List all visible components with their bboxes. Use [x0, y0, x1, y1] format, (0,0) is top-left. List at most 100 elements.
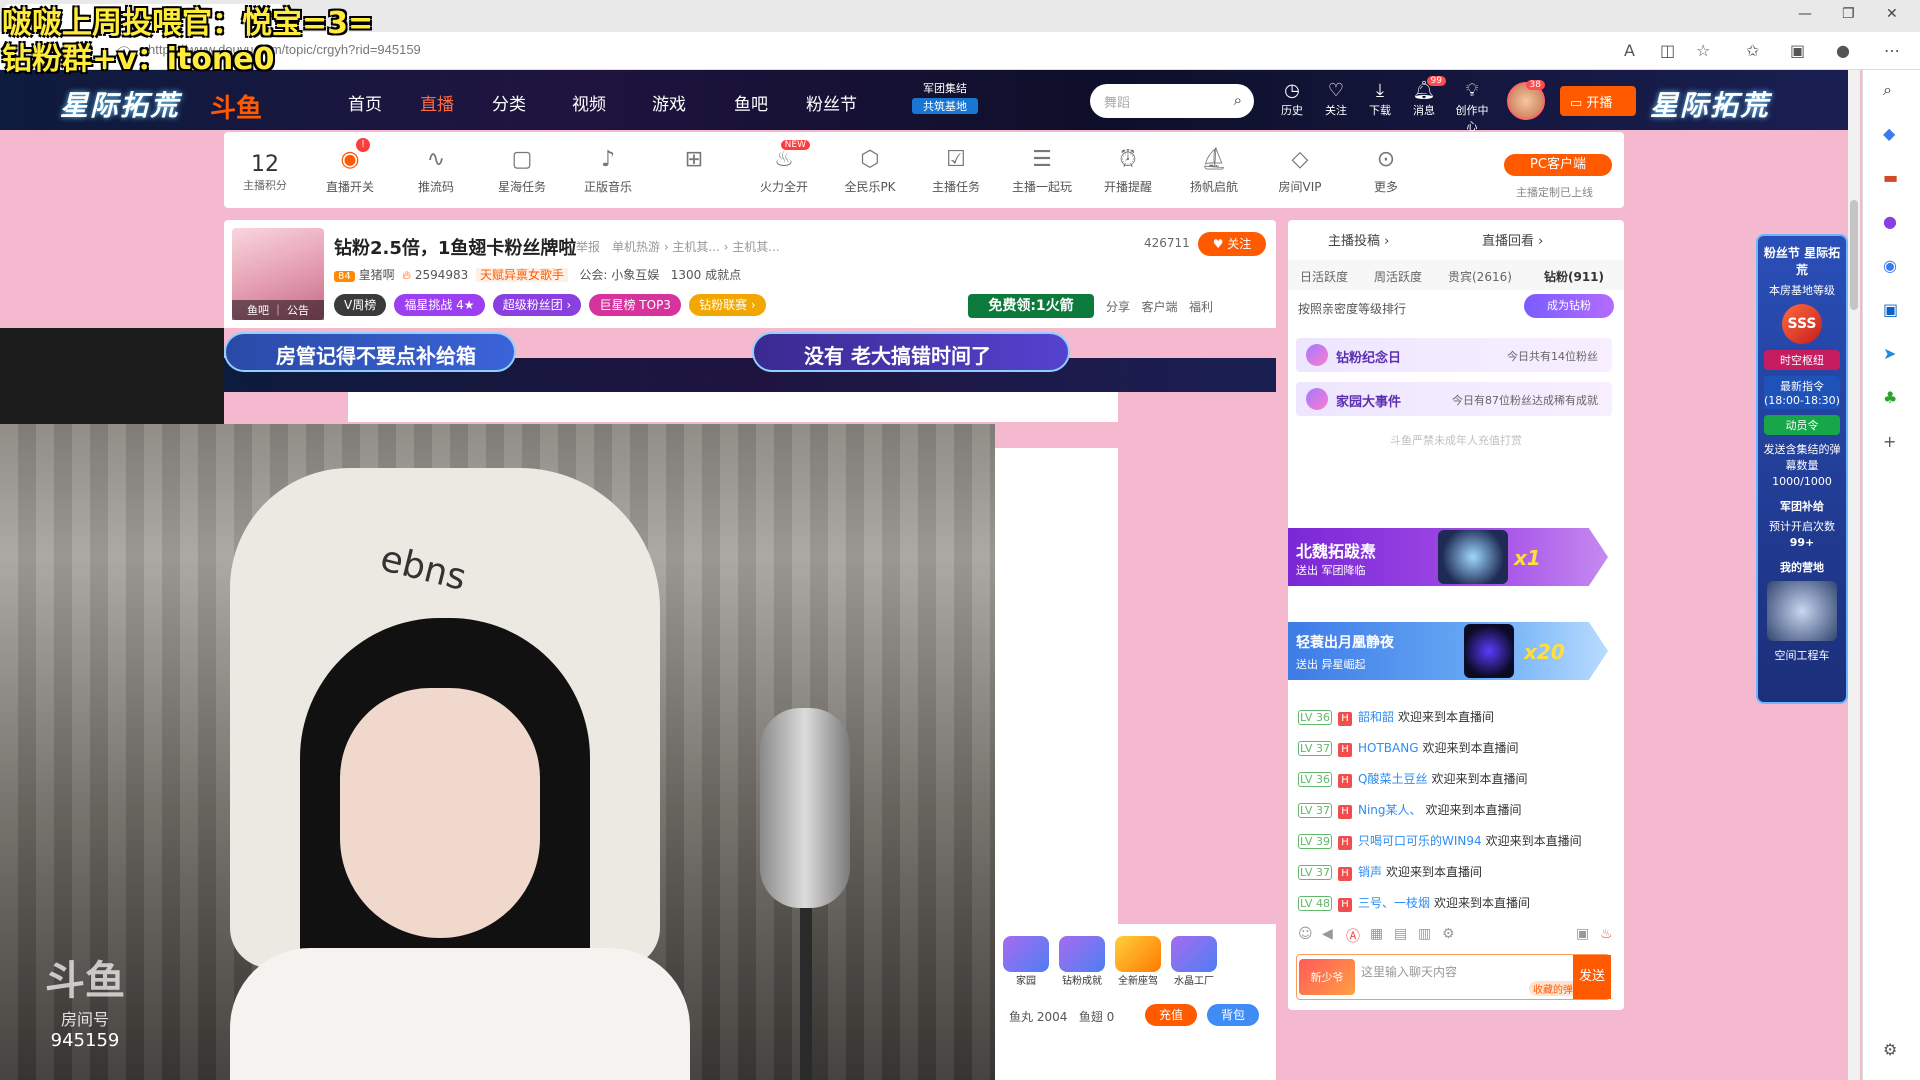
douyu-logo[interactable]: 斗鱼	[210, 88, 262, 125]
send-icon[interactable]: ➤	[1883, 344, 1896, 363]
collections-icon[interactable]: ▣	[1790, 41, 1805, 60]
tool-star-task[interactable]: ▢ 星海任务	[482, 146, 562, 195]
mobilize-order[interactable]: 动员令	[1764, 415, 1840, 435]
event-home-news[interactable]: 家园大事件 今日有87位粉丝达成稀有成就	[1296, 382, 1612, 416]
gift-diamond-achievement[interactable]: 钻粉成就	[1055, 936, 1109, 987]
download-button[interactable]: ⤓ 下载	[1360, 80, 1400, 118]
browser-menu-icon[interactable]: ⋯	[1884, 41, 1900, 60]
tool-anchor-task[interactable]: ☑ 主播任务	[916, 146, 996, 195]
gift-home[interactable]: 家园	[999, 936, 1053, 987]
restore-icon[interactable]: ❐	[1842, 6, 1855, 22]
toolbox-icon[interactable]: ▬	[1883, 168, 1898, 187]
tab-daily[interactable]: 日活跃度	[1300, 268, 1348, 285]
event-logo-right[interactable]: 星际拓荒	[1650, 84, 1770, 124]
space-engineer[interactable]: 空间工程车	[1758, 647, 1846, 663]
follow-list-button[interactable]: ♡ 关注	[1316, 80, 1356, 118]
speaker-icon[interactable]: ◀	[1322, 926, 1333, 942]
nav-live[interactable]: 直播	[420, 90, 454, 115]
tab-vip[interactable]: 贵宾(2616)	[1448, 268, 1512, 285]
shield-icon[interactable]: ▣	[1576, 926, 1589, 942]
follow-button[interactable]: ♥ 关注	[1198, 232, 1266, 256]
tool-stream-key[interactable]: ∿ 推流码	[396, 146, 476, 195]
noble-icon[interactable]: Ⓐ	[1346, 926, 1360, 946]
bag-button[interactable]: 背包	[1207, 1004, 1259, 1026]
newbie-badge[interactable]: 新少爷	[1299, 959, 1355, 995]
nav-category[interactable]: 分类	[492, 90, 526, 115]
office-icon[interactable]: ◉	[1883, 256, 1897, 275]
tool-more[interactable]: ⊙ 更多	[1346, 146, 1426, 195]
avatar-caption[interactable]: 鱼吧 ｜ 公告	[232, 300, 324, 320]
nav-yuba[interactable]: 鱼吧	[734, 90, 768, 115]
tab-weekly[interactable]: 周活跃度	[1374, 268, 1422, 285]
tab-diamond[interactable]: 钻粉(911)	[1544, 268, 1604, 285]
messages-button[interactable]: 🔔︎ 消息 99	[1404, 76, 1446, 118]
host-badge[interactable]: 天赋异禀女歌手	[475, 268, 568, 282]
activity-widget[interactable]: 粉丝节 星际拓荒 本房基地等级 SSS 时空枢纽 最新指令 (18:00-18:…	[1756, 234, 1848, 704]
tool-music[interactable]: ♪ 正版音乐	[568, 146, 648, 195]
favorite-star-icon[interactable]: ☆	[1696, 41, 1710, 60]
split-view-icon[interactable]: ◫	[1660, 41, 1675, 60]
scrollbar-thumb[interactable]	[1850, 200, 1858, 310]
video-player[interactable]: ebns 斗鱼 房间号 945159 房管记得不要点补给箱 没有 老大搞错时间了…	[0, 328, 1276, 1080]
tag-diamond-league[interactable]: 钻粉联赛 ›	[689, 294, 766, 316]
become-diamond-button[interactable]: 成为钻粉	[1524, 294, 1614, 318]
gift-new-mount[interactable]: 全新座驾	[1111, 936, 1165, 987]
chat-input[interactable]: 新少爷 这里输入聊天内容 收藏的弹幕 发送	[1296, 954, 1611, 1000]
client-watch-button[interactable]: 客户端	[1141, 300, 1177, 314]
nav-video[interactable]: 视频	[572, 90, 606, 115]
nav-home[interactable]: 首页	[348, 90, 382, 115]
fire-icon[interactable]: ♨	[1600, 926, 1613, 942]
read-aloud-icon[interactable]: A	[1624, 41, 1635, 60]
outlook-icon[interactable]: ▣	[1883, 300, 1898, 319]
user-avatar[interactable]: 38	[1507, 80, 1545, 120]
tag-super-fans[interactable]: 超级粉丝团 ›	[492, 294, 582, 316]
settings-icon[interactable]: ⚙	[1883, 1040, 1897, 1059]
search-icon[interactable]: ⌕	[1883, 80, 1892, 100]
nav-fan-festival[interactable]: 粉丝节	[806, 90, 857, 115]
anchor-score[interactable]: 12 主播积分	[230, 152, 300, 193]
history-button[interactable]: ◷ 历史	[1272, 80, 1312, 118]
search-icon[interactable]: ⌕	[1234, 91, 1242, 109]
add-icon[interactable]: +	[1883, 432, 1896, 451]
my-camp[interactable]: 我的营地	[1758, 559, 1846, 575]
tool-fire[interactable]: ♨ NEW 火力全开	[744, 140, 824, 195]
tree-icon[interactable]: ♣	[1883, 388, 1897, 407]
send-button[interactable]: 发送	[1573, 955, 1611, 999]
achievement-points[interactable]: 1300 成就点	[671, 268, 741, 282]
guild-name[interactable]: 公会: 小象互娱	[579, 268, 659, 282]
tag-weekly[interactable]: V周榜	[334, 294, 387, 316]
settings-icon[interactable]: ⚙	[1442, 926, 1455, 942]
nav-game[interactable]: 游戏	[652, 90, 686, 115]
tag-star-rank[interactable]: 巨星榜 TOP3	[589, 294, 681, 316]
welfare-button[interactable]: 福利	[1189, 300, 1213, 314]
tag-lucky-star[interactable]: 福星挑战 4★	[394, 294, 485, 316]
time-hub[interactable]: 时空枢纽	[1764, 350, 1840, 370]
recharge-button[interactable]: 充值	[1145, 1004, 1197, 1026]
tag-icon[interactable]: ◆	[1883, 124, 1895, 143]
host-name[interactable]: 皇猪啊	[359, 268, 395, 282]
people-icon[interactable]: ●	[1883, 212, 1897, 231]
window-close-icon[interactable]: ✕	[1886, 6, 1898, 22]
gift-crystal-factory[interactable]: 水晶工厂	[1167, 936, 1221, 987]
anchor-post-link[interactable]: 主播投稿 ›	[1328, 230, 1389, 249]
profile-icon[interactable]: ●	[1836, 41, 1850, 60]
replay-link[interactable]: 直播回看 ›	[1482, 230, 1543, 249]
legion-supply[interactable]: 军团补给	[1758, 498, 1846, 514]
free-rocket-button[interactable]: 免费领:1火箭	[968, 294, 1094, 318]
pc-client-button[interactable]: PC客户端	[1504, 154, 1612, 176]
tool-sail[interactable]: ⛵︎ 扬帆启航	[1174, 146, 1254, 195]
legion-event-button[interactable]: 军团集结 共筑基地	[912, 80, 978, 114]
report-link[interactable]: 举报	[576, 238, 600, 255]
favorites-icon[interactable]: ✩	[1746, 41, 1759, 60]
search-input[interactable]: 舞蹈 ⌕	[1090, 84, 1254, 118]
room-category[interactable]: 单机热游 › 主机其... › 主机其...	[612, 238, 780, 255]
tool-live-switch[interactable]: ◉! 直播开关	[310, 138, 390, 195]
tool-room-vip[interactable]: ◇ 房间VIP	[1260, 146, 1340, 195]
tool-pk[interactable]: ⬡ 全民乐PK	[830, 146, 910, 195]
creator-center-button[interactable]: 💡︎ 创作中心	[1452, 80, 1492, 134]
start-stream-button[interactable]: ▭ 开播	[1560, 86, 1636, 116]
event-diamond-anniversary[interactable]: 钻粉纪念日 今日共有14位粉丝	[1296, 338, 1612, 372]
share-button[interactable]: 分享	[1106, 300, 1130, 314]
event-logo[interactable]: 星际拓荒	[60, 84, 180, 124]
tool-play-together[interactable]: ☰ 主播一起玩	[1002, 146, 1082, 195]
